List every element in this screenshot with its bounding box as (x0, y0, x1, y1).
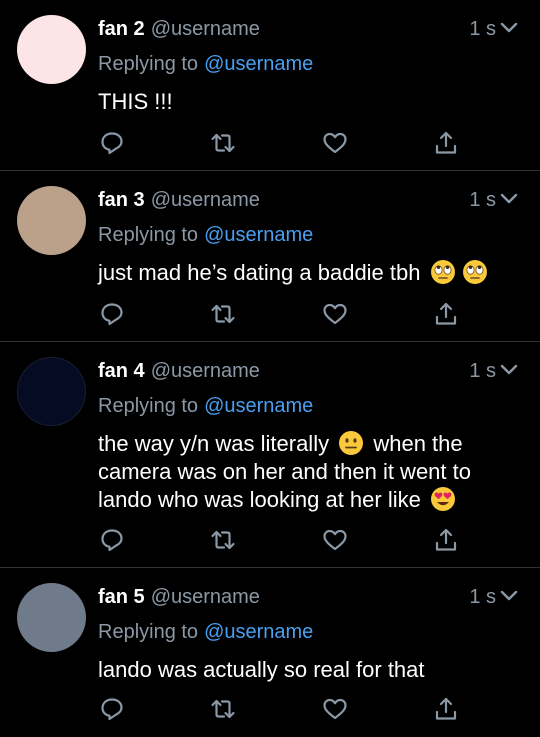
share-icon (435, 697, 457, 720)
replying-to: Replying to @username (98, 223, 313, 247)
like-button[interactable] (321, 695, 349, 723)
like-icon (323, 303, 347, 325)
tweet-text-part: the way y/n was literally (98, 431, 330, 456)
reply-icon (101, 698, 123, 721)
tweet-actions (98, 300, 460, 328)
avatar[interactable] (17, 15, 86, 84)
tweet-actions (98, 129, 460, 157)
share-button[interactable] (432, 300, 460, 328)
rolling-eyes-emoji-icon (462, 260, 487, 284)
retweet-icon (211, 699, 235, 719)
timestamp[interactable]: 1 s (469, 17, 496, 41)
user-handle[interactable]: @username (151, 586, 260, 608)
replying-to-label: Replying to (98, 53, 199, 75)
user-handle[interactable]: @username (151, 18, 260, 40)
share-icon (435, 131, 457, 154)
like-button[interactable] (321, 129, 349, 157)
avatar[interactable] (17, 186, 86, 255)
timestamp[interactable]: 1 s (469, 188, 496, 212)
avatar[interactable] (17, 583, 86, 652)
reply-button[interactable] (98, 129, 126, 157)
mention-link[interactable]: @username (204, 224, 313, 246)
retweet-button[interactable] (209, 129, 237, 157)
share-button[interactable] (432, 129, 460, 157)
tweet-text: the way y/n was literally when the camer… (98, 430, 510, 514)
retweet-icon (211, 133, 235, 153)
display-name[interactable]: fan 5 (98, 586, 145, 608)
avatar[interactable] (17, 357, 86, 426)
share-icon (435, 302, 457, 325)
like-button[interactable] (321, 300, 349, 328)
tweet-card[interactable]: fan 2 @username 1 s Replying to @username … (0, 0, 540, 171)
retweet-icon (211, 304, 235, 324)
chevron-down-icon[interactable] (500, 589, 518, 603)
share-button[interactable] (432, 695, 460, 723)
neutral-face-emoji-icon (339, 431, 364, 455)
replying-to: Replying to @username (98, 52, 313, 76)
reply-button[interactable] (98, 526, 126, 554)
reply-icon (101, 529, 123, 552)
display-name[interactable]: fan 3 (98, 189, 145, 211)
chevron-down-icon[interactable] (500, 21, 518, 35)
like-icon (323, 698, 347, 720)
reply-icon (101, 303, 123, 326)
mention-link[interactable]: @username (204, 53, 313, 75)
replying-to: Replying to @username (98, 394, 313, 418)
tweet-card[interactable]: fan 5 @username 1 s Replying to @username … (0, 568, 540, 736)
timestamp[interactable]: 1 s (469, 359, 496, 383)
mention-link[interactable]: @username (204, 395, 313, 417)
display-name[interactable]: fan 2 (98, 18, 145, 40)
mention-link[interactable]: @username (204, 621, 313, 643)
heart-eyes-emoji-icon (430, 487, 455, 511)
replying-to: Replying to @username (98, 620, 313, 644)
rolling-eyes-emoji-icon (430, 260, 455, 284)
reply-button[interactable] (98, 300, 126, 328)
reply-icon (101, 132, 123, 155)
like-icon (323, 132, 347, 154)
share-icon (435, 528, 457, 551)
replying-to-label: Replying to (98, 395, 199, 417)
user-handle[interactable]: @username (151, 360, 260, 382)
retweet-icon (211, 530, 235, 550)
reply-button[interactable] (98, 695, 126, 723)
tweet-text-content: just mad he’s dating a baddie tbh (98, 260, 421, 285)
share-button[interactable] (432, 526, 460, 554)
tweet-actions (98, 695, 460, 723)
tweet-text: just mad he’s dating a baddie tbh (98, 259, 510, 287)
tweet-header: fan 5 @username (98, 585, 260, 609)
tweet-header: fan 2 @username (98, 17, 260, 41)
tweet-text: THIS !!! (98, 89, 173, 114)
like-button[interactable] (321, 526, 349, 554)
tweet-actions (98, 526, 460, 554)
tweet-text: lando was actually so real for that (98, 657, 425, 682)
retweet-button[interactable] (209, 526, 237, 554)
tweet-header: fan 4 @username (98, 359, 260, 383)
chevron-down-icon[interactable] (500, 363, 518, 377)
like-icon (323, 529, 347, 551)
chevron-down-icon[interactable] (500, 192, 518, 206)
timestamp[interactable]: 1 s (469, 585, 496, 609)
user-handle[interactable]: @username (151, 189, 260, 211)
replying-to-label: Replying to (98, 224, 199, 246)
retweet-button[interactable] (209, 300, 237, 328)
tweet-card[interactable]: fan 4 @username 1 s Replying to @username … (0, 342, 540, 568)
tweet-header: fan 3 @username (98, 188, 260, 212)
replying-to-label: Replying to (98, 621, 199, 643)
retweet-button[interactable] (209, 695, 237, 723)
tweet-card[interactable]: fan 3 @username 1 s Replying to @username … (0, 171, 540, 342)
display-name[interactable]: fan 4 (98, 360, 145, 382)
